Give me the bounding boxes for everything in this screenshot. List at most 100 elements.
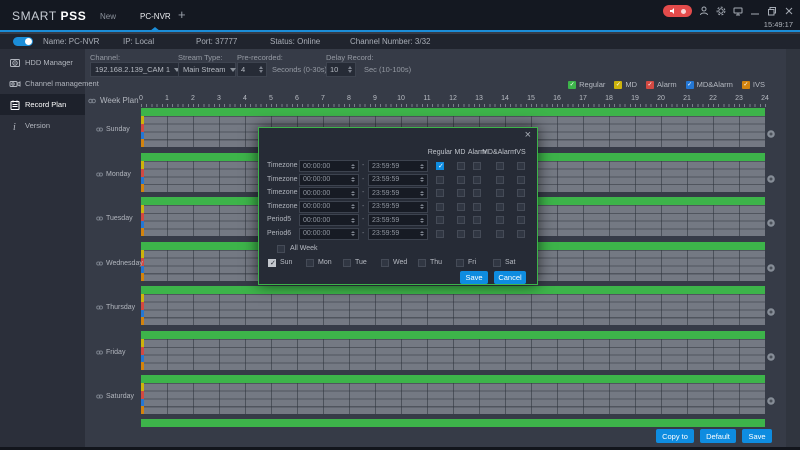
gear-icon[interactable] bbox=[716, 6, 726, 16]
row-config-icon[interactable] bbox=[766, 304, 776, 314]
day-checkbox-sun[interactable] bbox=[268, 259, 276, 267]
device-toggle[interactable] bbox=[13, 37, 33, 46]
spinner-arrows-icon[interactable] bbox=[420, 218, 424, 223]
spinner-arrows-icon[interactable] bbox=[420, 164, 424, 169]
type-checkbox-ivs-timezone-4[interactable] bbox=[517, 203, 525, 211]
monitor-icon[interactable] bbox=[733, 6, 743, 16]
type-checkbox-ivs-period6[interactable] bbox=[517, 230, 525, 238]
dialog-cancel-button[interactable]: Cancel bbox=[494, 271, 526, 284]
add-tab-button[interactable]: + bbox=[178, 10, 186, 20]
spinner-arrows-icon[interactable] bbox=[351, 177, 355, 182]
all-week-checkbox[interactable] bbox=[277, 245, 285, 253]
type-checkbox-regular-timezone-3[interactable] bbox=[436, 189, 444, 197]
day-grid-friday[interactable] bbox=[141, 339, 765, 370]
type-checkbox-alarm-timezone-2[interactable] bbox=[473, 176, 481, 184]
time-end-input-timezone-2[interactable]: 23:59:59 bbox=[368, 174, 428, 186]
minimize-icon[interactable] bbox=[750, 6, 760, 16]
spinner-arrows-icon[interactable] bbox=[420, 204, 424, 209]
row-config-icon[interactable] bbox=[766, 260, 776, 270]
spinner-arrows-icon[interactable] bbox=[351, 204, 355, 209]
type-checkbox-md-alarm-period5[interactable] bbox=[496, 216, 504, 224]
day-checkbox-sat[interactable] bbox=[493, 259, 501, 267]
time-end-input-timezone-1[interactable]: 23:59:59 bbox=[368, 160, 428, 172]
day-checkbox-mon[interactable] bbox=[306, 259, 314, 267]
channel-select[interactable]: 192.168.2.139_CAM 1 bbox=[90, 62, 180, 77]
row-config-icon[interactable] bbox=[766, 349, 776, 359]
sidebar-item-channel-management[interactable]: Channel management bbox=[0, 73, 85, 94]
type-checkbox-md-alarm-timezone-1[interactable] bbox=[496, 162, 504, 170]
type-checkbox-md-timezone-3[interactable] bbox=[457, 189, 465, 197]
spinner-arrows-icon[interactable] bbox=[420, 191, 424, 196]
sidebar-item-version[interactable]: iVersion bbox=[0, 115, 85, 136]
dialog-save-button[interactable]: Save bbox=[460, 271, 488, 284]
record-bar[interactable] bbox=[141, 375, 765, 383]
time-end-input-timezone-4[interactable]: 23:59:59 bbox=[368, 201, 428, 213]
type-checkbox-md-period5[interactable] bbox=[457, 216, 465, 224]
dialog-close-icon[interactable]: × bbox=[525, 129, 531, 141]
type-checkbox-regular-timezone-2[interactable] bbox=[436, 176, 444, 184]
type-checkbox-alarm-timezone-1[interactable] bbox=[473, 162, 481, 170]
restore-icon[interactable] bbox=[767, 6, 777, 16]
day-checkbox-fri[interactable] bbox=[456, 259, 464, 267]
day-checkbox-wed[interactable] bbox=[381, 259, 389, 267]
type-checkbox-ivs-period5[interactable] bbox=[517, 216, 525, 224]
type-checkbox-md-timezone-2[interactable] bbox=[457, 176, 465, 184]
time-start-input-timezone-4[interactable]: 00:00:00 bbox=[299, 201, 359, 213]
record-bar[interactable] bbox=[141, 331, 765, 339]
footer-button-default[interactable]: Default bbox=[700, 429, 736, 443]
type-checkbox-alarm-period6[interactable] bbox=[473, 230, 481, 238]
type-checkbox-md-period6[interactable] bbox=[457, 230, 465, 238]
spinner-arrows-icon[interactable] bbox=[420, 231, 424, 236]
spinner-arrows-icon[interactable] bbox=[351, 231, 355, 236]
spinner-arrows-icon[interactable] bbox=[351, 164, 355, 169]
time-start-input-timezone-2[interactable]: 00:00:00 bbox=[299, 174, 359, 186]
type-checkbox-alarm-timezone-3[interactable] bbox=[473, 189, 481, 197]
type-checkbox-md-alarm-timezone-4[interactable] bbox=[496, 203, 504, 211]
footer-button-copy-to[interactable]: Copy to bbox=[656, 429, 694, 443]
row-config-icon[interactable] bbox=[766, 393, 776, 403]
user-icon[interactable] bbox=[699, 6, 709, 16]
time-end-input-period6[interactable]: 23:59:59 bbox=[368, 228, 428, 240]
spinner-arrows-icon[interactable] bbox=[348, 66, 352, 73]
type-checkbox-regular-period5[interactable] bbox=[436, 216, 444, 224]
type-checkbox-md-timezone-1[interactable] bbox=[457, 162, 465, 170]
type-checkbox-ivs-timezone-1[interactable] bbox=[517, 162, 525, 170]
sidebar-item-hdd-manager[interactable]: HDD Manager bbox=[0, 52, 85, 73]
tab-pc-nvr[interactable]: PC-NVR bbox=[140, 12, 171, 21]
row-config-icon[interactable] bbox=[766, 215, 776, 225]
type-checkbox-md-alarm-timezone-2[interactable] bbox=[496, 176, 504, 184]
spinner-arrows-icon[interactable] bbox=[420, 177, 424, 182]
type-checkbox-regular-period6[interactable] bbox=[436, 230, 444, 238]
type-checkbox-regular-timezone-4[interactable] bbox=[436, 203, 444, 211]
spinner-arrows-icon[interactable] bbox=[259, 66, 263, 73]
day-grid-thursday[interactable] bbox=[141, 294, 765, 325]
delay-record-stepper[interactable]: 10 bbox=[326, 62, 356, 77]
day-checkbox-thu[interactable] bbox=[418, 259, 426, 267]
type-checkbox-md-alarm-timezone-3[interactable] bbox=[496, 189, 504, 197]
time-end-input-period5[interactable]: 23:59:59 bbox=[368, 214, 428, 226]
sidebar-item-record-plan[interactable]: Record Plan bbox=[0, 94, 85, 115]
record-bar[interactable] bbox=[141, 419, 765, 427]
row-config-icon[interactable] bbox=[766, 126, 776, 136]
time-start-input-timezone-3[interactable]: 00:00:00 bbox=[299, 187, 359, 199]
day-checkbox-tue[interactable] bbox=[343, 259, 351, 267]
close-icon[interactable] bbox=[784, 6, 794, 16]
type-checkbox-alarm-timezone-4[interactable] bbox=[473, 203, 481, 211]
time-start-input-period5[interactable]: 00:00:00 bbox=[299, 214, 359, 226]
type-checkbox-md-alarm-period6[interactable] bbox=[496, 230, 504, 238]
spinner-arrows-icon[interactable] bbox=[351, 218, 355, 223]
type-checkbox-regular-timezone-1[interactable] bbox=[436, 162, 444, 170]
row-config-icon[interactable] bbox=[766, 171, 776, 181]
type-checkbox-alarm-period5[interactable] bbox=[473, 216, 481, 224]
time-start-input-timezone-1[interactable]: 00:00:00 bbox=[299, 160, 359, 172]
time-end-input-timezone-3[interactable]: 23:59:59 bbox=[368, 187, 428, 199]
prerecord-stepper[interactable]: 4 bbox=[237, 62, 267, 77]
record-bar[interactable] bbox=[141, 286, 765, 294]
stream-type-select[interactable]: Main Stream bbox=[178, 62, 236, 77]
time-start-input-period6[interactable]: 00:00:00 bbox=[299, 228, 359, 240]
tab-new[interactable]: New bbox=[100, 12, 116, 21]
spinner-arrows-icon[interactable] bbox=[351, 191, 355, 196]
week-plan-record-bar[interactable] bbox=[141, 108, 765, 116]
type-checkbox-md-timezone-4[interactable] bbox=[457, 203, 465, 211]
type-checkbox-ivs-timezone-2[interactable] bbox=[517, 176, 525, 184]
